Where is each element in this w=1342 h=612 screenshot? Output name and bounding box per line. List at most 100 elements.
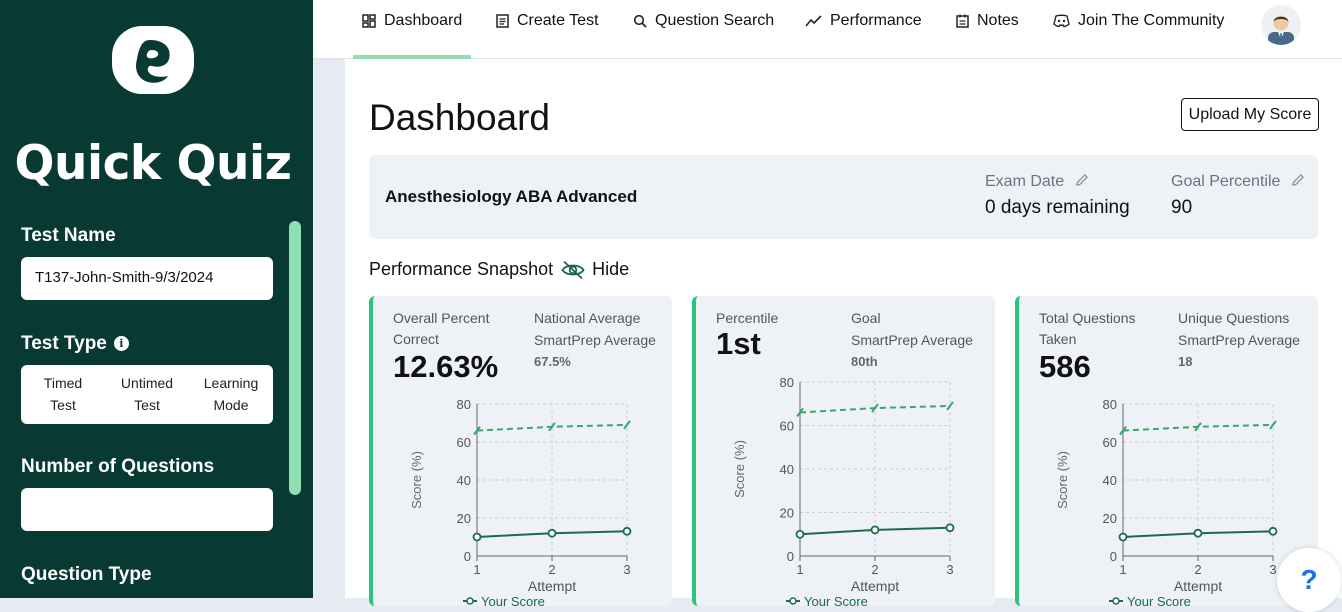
trend-icon xyxy=(805,15,822,27)
card-subvalue: 80th xyxy=(851,354,878,369)
line-chart: 0 20 40 60 80 1 2 3 Score (%) AttemptYour Score xyxy=(409,397,632,606)
y-tick-label: 60 xyxy=(780,419,794,434)
line-chart: 0 20 40 60 80 1 2 3 Score (%) AttemptYour Score xyxy=(732,375,955,606)
goal-percentile-block: Goal Percentile 90 xyxy=(1171,173,1305,219)
card-subvalue: 18 xyxy=(1178,354,1193,369)
page-title: Dashboard xyxy=(369,97,551,138)
series-point xyxy=(1193,528,1203,538)
stat-card-questions: Total Questions Taken 586 Unique Questio… xyxy=(1015,296,1318,606)
exam-date-label-row: Exam Date xyxy=(985,173,1130,191)
exam-date-block: Exam Date 0 days remaining xyxy=(985,173,1130,219)
legend-label: Your Score xyxy=(1127,594,1191,606)
num-questions-input[interactable] xyxy=(21,488,273,531)
nav-question-search[interactable]: Question Search xyxy=(633,0,774,59)
x-tick-label: 2 xyxy=(871,562,878,577)
nav-notes[interactable]: Notes xyxy=(956,0,1019,59)
exam-name: Anesthesiology ABA Advanced xyxy=(385,187,638,206)
nav-label: Dashboard xyxy=(384,12,463,29)
y-tick-label: 80 xyxy=(780,375,794,390)
hide-toggle[interactable]: Hide xyxy=(592,259,629,280)
card-right: Unique Questions SmartPrep Average 18 xyxy=(1178,308,1308,373)
stat-card-percentile: Percentile 1st Goal SmartPrep Average 80… xyxy=(692,296,995,606)
test-type-label-text: Test Type xyxy=(21,333,107,354)
nav-label: Question Search xyxy=(655,12,775,29)
y-tick-label: 0 xyxy=(787,549,794,564)
card-right: National Average SmartPrep Average 67.5% xyxy=(534,308,664,373)
app-logo-icon[interactable] xyxy=(112,26,194,94)
card-right: Goal SmartPrep Average 80th xyxy=(851,308,981,373)
option-line-1: Untimed xyxy=(120,375,174,391)
nav-dashboard[interactable]: Dashboard xyxy=(362,0,462,59)
y-axis-label: Score (%) xyxy=(732,440,747,498)
x-tick-label: 3 xyxy=(946,562,953,577)
eye-slash-icon[interactable] xyxy=(561,260,585,280)
x-tick-label: 3 xyxy=(623,562,630,577)
x-axis-label: Attempt xyxy=(851,578,899,594)
question-type-label: Question Type xyxy=(21,564,152,585)
edit-pencil-icon[interactable] xyxy=(1291,173,1305,187)
series-point xyxy=(547,528,557,538)
x-tick-label: 1 xyxy=(473,562,480,577)
main-content: Dashboard Upload My Score Anesthesiology… xyxy=(345,59,1342,606)
info-icon[interactable]: i xyxy=(113,336,129,351)
goal-percentile-value: 90 xyxy=(1171,197,1193,218)
card-value: 12.63% xyxy=(393,349,499,384)
nav-join-community[interactable]: Join The Community xyxy=(1053,0,1224,59)
series-point xyxy=(472,532,482,542)
test-type-option-untimed[interactable]: Untimed Test xyxy=(105,365,189,424)
nav-label: Join The Community xyxy=(1078,12,1225,29)
card-subvalue: 67.5% xyxy=(534,354,571,369)
exam-date-value: 0 days remaining xyxy=(985,197,1130,218)
card-sublabel-2: SmartPrep Average xyxy=(1178,331,1300,348)
goal-label-row: Goal Percentile xyxy=(1171,173,1305,191)
x-axis-label: Attempt xyxy=(1174,578,1222,594)
test-type-selector: Timed Test Untimed Test Learning Mode xyxy=(21,365,273,424)
y-tick-label: 40 xyxy=(457,473,471,488)
y-tick-label: 80 xyxy=(457,397,471,412)
card-sublabel: Unique Questions xyxy=(1178,310,1290,326)
option-line-2: Mode xyxy=(213,397,249,413)
y-tick-label: 20 xyxy=(780,506,794,521)
y-tick-label: 40 xyxy=(780,462,794,477)
user-avatar[interactable] xyxy=(1261,5,1301,45)
series-point xyxy=(622,526,632,536)
legend-label: Your Score xyxy=(481,594,545,606)
sidebar-scrollbar[interactable] xyxy=(289,221,301,495)
card-sublabel-2: SmartPrep Average xyxy=(851,331,973,348)
test-type-label: Test Type i xyxy=(21,333,129,355)
edit-pencil-icon[interactable] xyxy=(1075,173,1089,187)
card-value: 1st xyxy=(716,326,761,361)
test-name-label: Test Name xyxy=(21,225,116,246)
nav-performance[interactable]: Performance xyxy=(805,0,922,59)
option-line-1: Learning xyxy=(203,375,259,391)
series-point xyxy=(795,529,805,539)
card-left: Percentile 1st xyxy=(716,308,836,361)
y-axis-label: Score (%) xyxy=(1055,451,1070,509)
x-tick-label: 3 xyxy=(1269,562,1276,577)
exam-info-card: Anesthesiology ABA Advanced Exam Date 0 … xyxy=(369,155,1318,239)
nav-label: Performance xyxy=(830,12,922,29)
snapshot-header: Performance Snapshot Hide xyxy=(369,259,629,280)
y-tick-label: 0 xyxy=(1110,549,1117,564)
x-tick-label: 2 xyxy=(1194,562,1201,577)
card-label: Total Questions Taken xyxy=(1039,310,1136,347)
test-type-option-timed[interactable]: Timed Test xyxy=(21,365,105,424)
y-tick-label: 80 xyxy=(1103,397,1117,412)
document-icon xyxy=(496,14,509,28)
card-value: 586 xyxy=(1039,349,1091,384)
option-line-2: Test xyxy=(134,397,160,413)
series-point xyxy=(1268,526,1278,536)
exam-date-label: Exam Date xyxy=(985,173,1065,190)
card-sublabel: National Average xyxy=(534,310,641,326)
test-type-option-learning[interactable]: Learning Mode xyxy=(189,365,273,424)
y-tick-label: 40 xyxy=(1103,473,1117,488)
goal-percentile-label: Goal Percentile xyxy=(1171,173,1281,190)
x-axis-label: Attempt xyxy=(528,578,576,594)
sidebar: Quick Quiz Test Name T137-John-Smith-9/3… xyxy=(0,0,313,598)
nav-create-test[interactable]: Create Test xyxy=(496,0,599,59)
help-button[interactable]: ? xyxy=(1277,548,1341,612)
test-name-input[interactable]: T137-John-Smith-9/3/2024 xyxy=(21,257,273,300)
upload-score-button[interactable]: Upload My Score xyxy=(1181,98,1319,131)
series-point xyxy=(1118,532,1128,542)
x-tick-label: 1 xyxy=(796,562,803,577)
